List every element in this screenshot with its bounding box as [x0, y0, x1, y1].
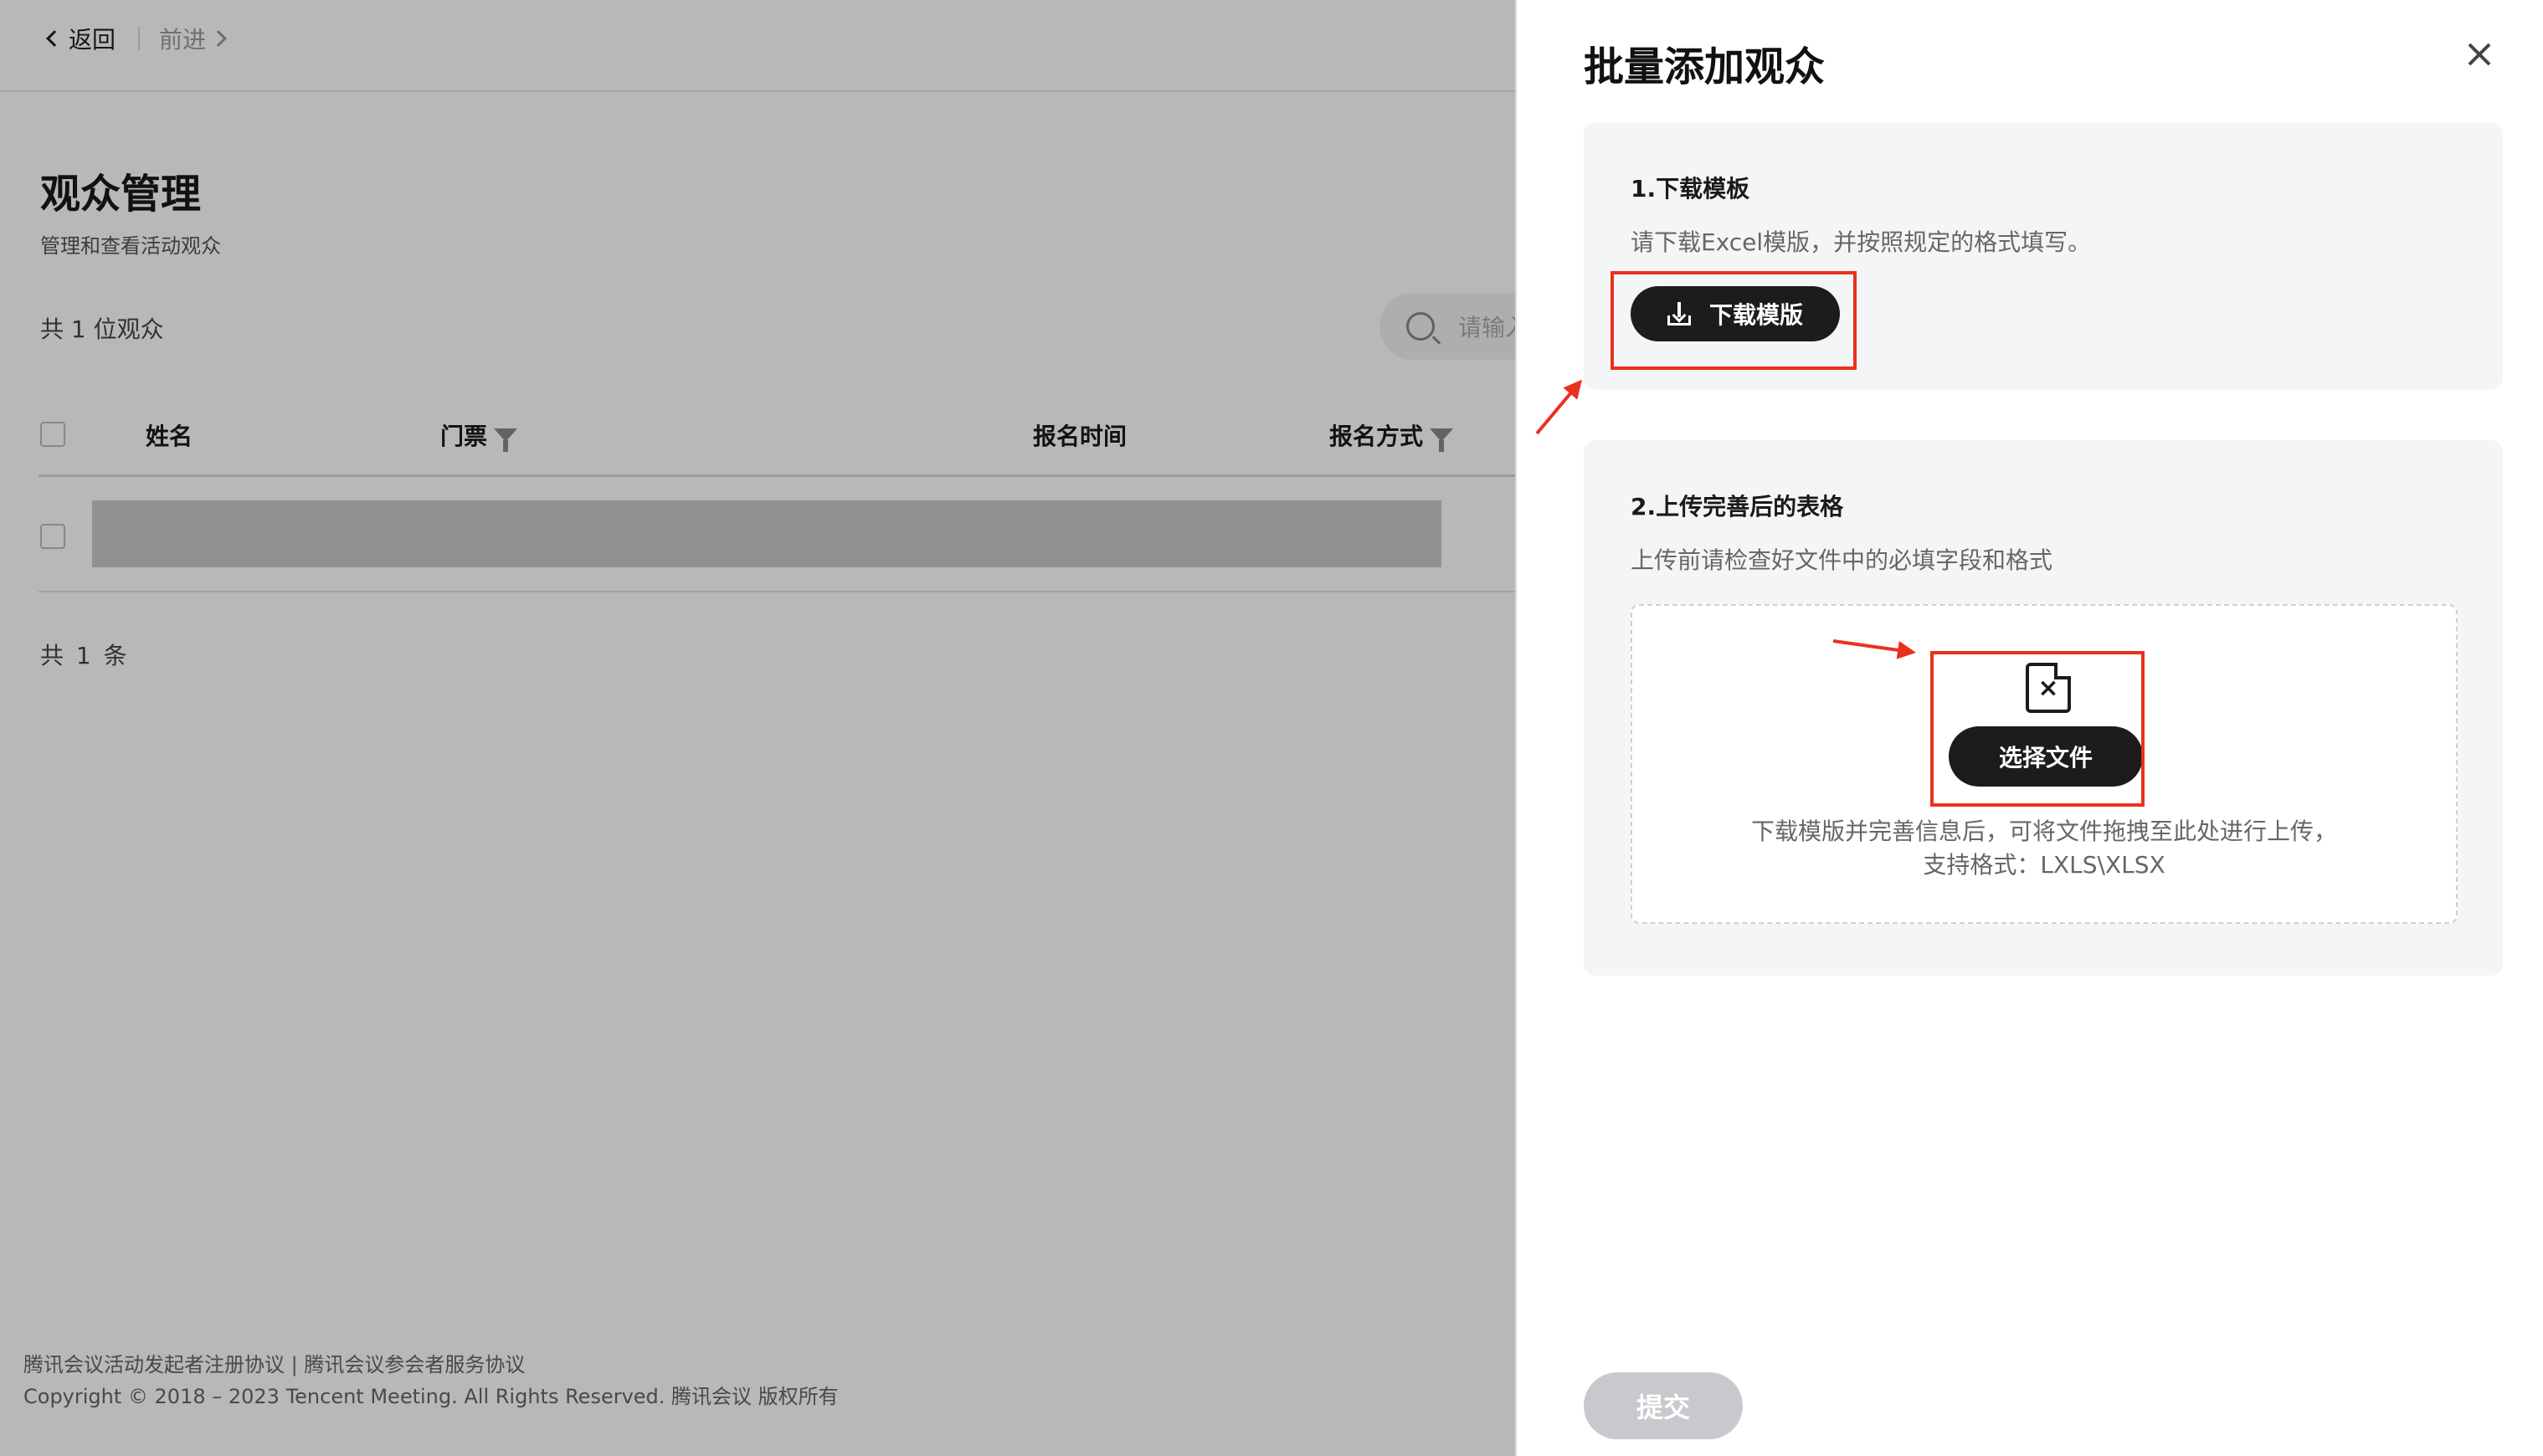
step1-title: 1.下载模板 [1631, 175, 1750, 203]
dropzone-hint-line1: 下载模版并完善信息后，可将文件拖拽至此处进行上传， [1750, 818, 2337, 845]
submit-button[interactable]: 提交 [1584, 1372, 1743, 1439]
modal-overlay[interactable] [0, 0, 1515, 1456]
close-icon[interactable] [2465, 40, 2494, 69]
highlight-select-file-button [1930, 651, 2145, 807]
step1-description: 请下载Excel模版，并按照规定的格式填写。 [1631, 228, 2092, 256]
drawer-title: 批量添加观众 [1584, 44, 1826, 90]
step2-description: 上传前请检查好文件中的必填字段和格式 [1631, 546, 2053, 574]
step2-title: 2.上传完善后的表格 [1631, 493, 1844, 520]
dropzone-hint: 下载模版并完善信息后，可将文件拖拽至此处进行上传， 支持格式：LXLS\XLSX [1632, 815, 2456, 882]
highlight-download-button [1611, 271, 1857, 370]
submit-label: 提交 [1636, 1392, 1690, 1423]
dropzone-hint-line2: 支持格式：LXLS\XLSX [1923, 851, 2165, 879]
